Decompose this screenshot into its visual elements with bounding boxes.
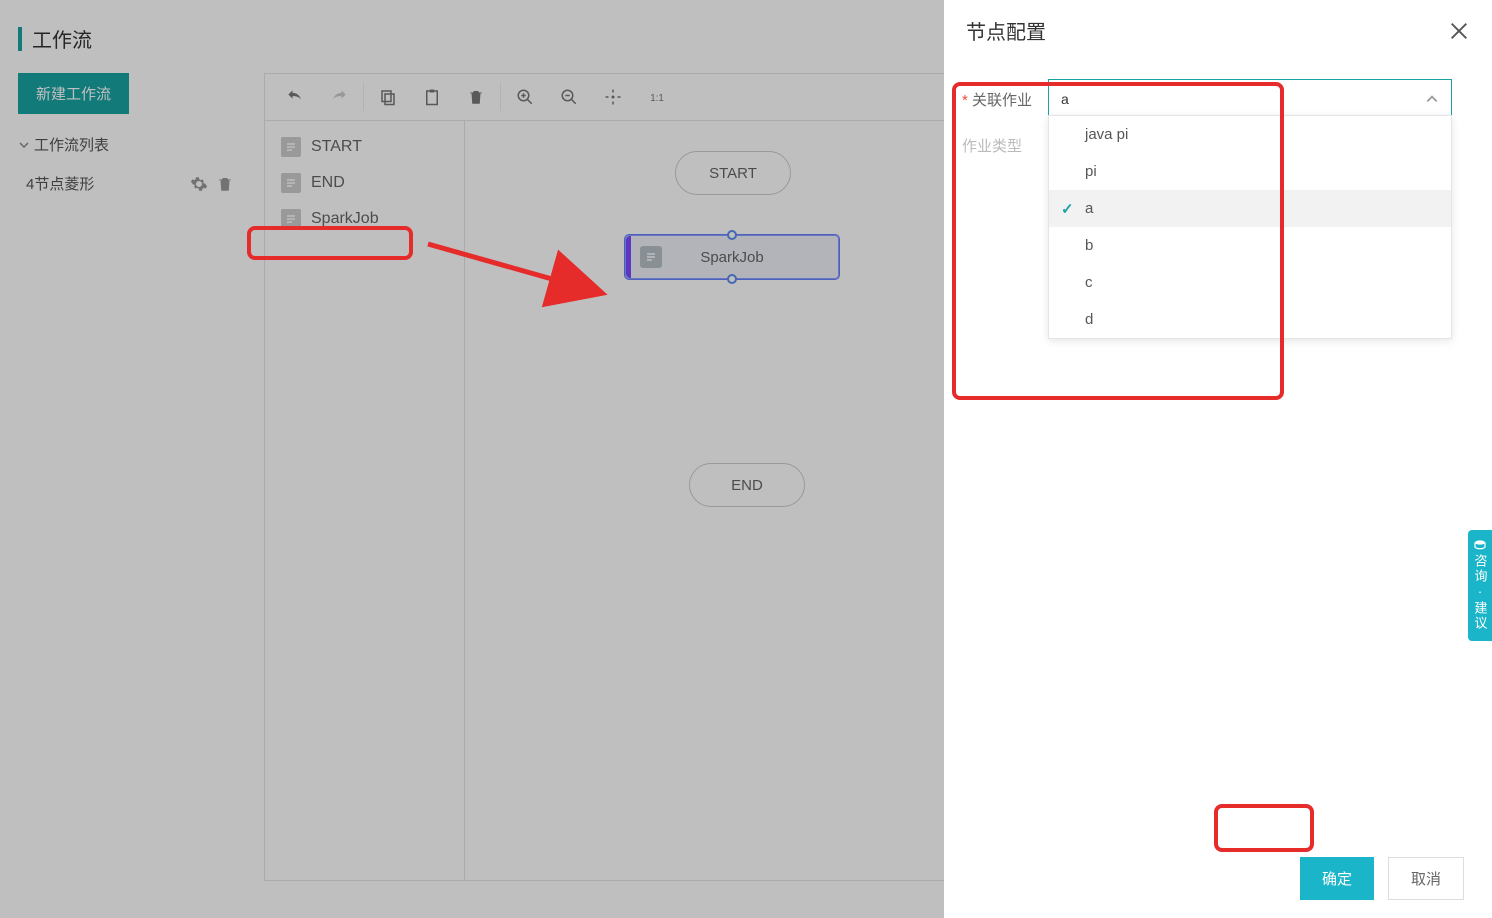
canvas-node-end[interactable]: END — [689, 463, 805, 507]
gear-icon[interactable] — [190, 175, 208, 193]
panel-title: 节点配置 — [966, 16, 1046, 45]
redo-button[interactable] — [317, 74, 361, 120]
node-label: END — [731, 477, 763, 494]
fit-button[interactable] — [591, 74, 635, 120]
node-icon — [640, 246, 662, 268]
palette-item-label: END — [311, 174, 345, 192]
chevron-down-icon — [18, 139, 30, 151]
undo-button[interactable] — [273, 74, 317, 120]
svg-text:1:1: 1:1 — [650, 93, 664, 104]
job-dropdown: java pi pi a b c d — [1048, 115, 1452, 339]
paste-button[interactable] — [410, 74, 454, 120]
node-accent — [626, 236, 631, 278]
toolbar-separator — [363, 83, 364, 111]
confirm-button[interactable]: 确定 — [1300, 857, 1374, 900]
left-sidebar: 新建工作流 工作流列表 4节点菱形 — [0, 73, 244, 881]
field-job-label: 关联作业 — [962, 89, 1048, 110]
database-icon — [1473, 540, 1487, 554]
port-top[interactable] — [727, 230, 737, 240]
zoom-in-button[interactable] — [503, 74, 547, 120]
workflow-list-label: 工作流列表 — [34, 134, 109, 155]
toolbar-separator — [500, 83, 501, 111]
dropdown-option[interactable]: java pi — [1049, 116, 1451, 153]
delete-button[interactable] — [454, 74, 498, 120]
feedback-tab[interactable]: 咨询·建议 — [1468, 530, 1492, 641]
palette-item-label: SparkJob — [311, 210, 379, 228]
chevron-up-icon — [1425, 92, 1439, 106]
canvas-node-start[interactable]: START — [675, 151, 791, 195]
palette-item-label: START — [311, 138, 362, 156]
cancel-button[interactable]: 取消 — [1388, 857, 1464, 900]
header-accent-bar — [18, 27, 22, 51]
dropdown-option[interactable]: c — [1049, 264, 1451, 301]
node-label: SparkJob — [700, 249, 763, 266]
dropdown-option[interactable]: pi — [1049, 153, 1451, 190]
feedback-label: 咨询·建议 — [1471, 554, 1490, 631]
trash-icon[interactable] — [216, 175, 234, 193]
new-workflow-button[interactable]: 新建工作流 — [18, 73, 129, 114]
palette-item-sparkjob[interactable]: SparkJob — [273, 201, 456, 237]
field-type-label: 作业类型 — [962, 135, 1048, 156]
close-icon[interactable] — [1448, 20, 1470, 42]
palette-item-end[interactable]: END — [273, 165, 456, 201]
node-config-panel: 节点配置 关联作业 a 作业类型 java pi pi a b c d 确 — [944, 0, 1492, 918]
port-bottom[interactable] — [727, 274, 737, 284]
related-job-select[interactable]: a — [1048, 79, 1452, 119]
node-palette: START END SparkJob — [265, 121, 465, 880]
node-label: START — [709, 165, 757, 182]
workflow-list-title[interactable]: 工作流列表 — [18, 134, 244, 155]
node-icon — [281, 209, 301, 229]
node-icon — [281, 173, 301, 193]
node-icon — [281, 137, 301, 157]
dropdown-option[interactable]: b — [1049, 227, 1451, 264]
dropdown-option[interactable]: d — [1049, 301, 1451, 338]
canvas-node-sparkjob[interactable]: SparkJob — [625, 235, 839, 279]
page-title: 工作流 — [32, 24, 92, 53]
palette-item-start[interactable]: START — [273, 129, 456, 165]
workflow-item-name: 4节点菱形 — [26, 173, 94, 194]
dropdown-option[interactable]: a — [1049, 190, 1451, 227]
workflow-item[interactable]: 4节点菱形 — [18, 167, 244, 200]
actual-size-button[interactable]: 1:1 — [635, 74, 679, 120]
select-value: a — [1061, 91, 1069, 107]
zoom-out-button[interactable] — [547, 74, 591, 120]
copy-button[interactable] — [366, 74, 410, 120]
